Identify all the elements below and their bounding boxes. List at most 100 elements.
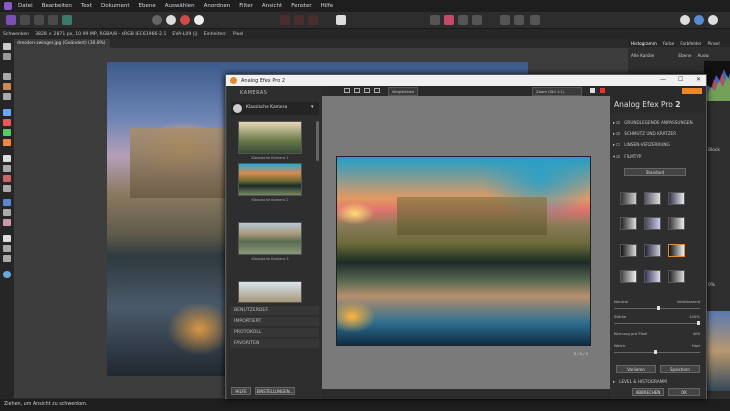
presets-scrollbar[interactable] [316,121,319,161]
film-swatch-4[interactable] [620,217,637,230]
film-swatch-10[interactable] [620,270,637,283]
erase-brush-icon[interactable] [3,165,11,172]
navigator-thumbnail[interactable] [704,311,730,391]
menu-file[interactable]: Datei [18,3,33,9]
tab-brushes[interactable]: Pinsel [705,41,723,46]
liquify-persona-icon[interactable] [20,15,30,25]
develop-persona-icon[interactable] [34,15,44,25]
assistant-icon[interactable] [530,15,540,25]
settings-icon[interactable] [708,15,718,25]
zoom-tool-icon[interactable] [3,271,11,278]
slider-2-track[interactable] [614,321,700,325]
slider-4-knob[interactable] [654,350,657,354]
flood-select-icon[interactable] [3,93,11,100]
cancel-button[interactable]: ABBRECHEN [632,388,664,396]
export-persona-icon[interactable] [62,15,72,25]
film-swatch-9-selected[interactable] [668,244,685,257]
menu-view[interactable]: Ansicht [262,3,282,9]
arrange-icon[interactable] [430,15,440,25]
film-swatch-2[interactable] [644,192,661,205]
menu-arrange[interactable]: Anordnen [204,3,231,9]
slider-1-track[interactable] [614,306,700,310]
document-tab[interactable]: dresden-zwinger.jpg (Geändert) (30.8%) [14,39,110,48]
menu-filter[interactable]: Filter [239,3,253,9]
text-tool-icon[interactable] [3,255,11,262]
tab-histogram[interactable]: Histogramm [628,41,660,46]
film-swatch-1[interactable] [620,192,637,205]
preset-thumb-3[interactable] [238,222,302,255]
menu-select[interactable]: Auswählen [165,3,195,9]
slider-4-track[interactable] [614,350,700,354]
quick-mask-icon[interactable] [336,15,346,25]
film-swatch-5[interactable] [644,217,661,230]
vary-button[interactable]: Variieren [616,365,656,373]
section-levels-histogram[interactable]: ▸ LEVEL & HISTOGRAMM [613,377,703,385]
maximize-icon[interactable]: ☐ [678,76,683,83]
tone-mapping-persona-icon[interactable] [48,15,58,25]
section-history[interactable]: PROTOKOLL [230,328,319,337]
menu-text[interactable]: Text [81,3,92,9]
menu-help[interactable]: Hilfe [321,3,334,9]
close-icon[interactable]: ✕ [696,76,701,83]
save-preset-button[interactable]: Speichern [660,365,700,373]
distribute-icon[interactable] [472,15,482,25]
menu-layer[interactable]: Ebene [139,3,156,9]
help-button[interactable]: HILFE [231,387,251,395]
section-filmtype[interactable]: ▾ ☑ FILMTYP [613,152,703,160]
tab-swatches[interactable]: Farbfelder [677,41,704,46]
crop-tool-icon[interactable] [3,73,11,80]
section-favorites[interactable]: FAVORITEN [230,339,319,348]
selection-mode-icon[interactable] [280,15,290,25]
film-swatch-12[interactable] [668,270,685,283]
filmtype-dropdown[interactable]: Standard [624,168,686,176]
film-swatch-6[interactable] [668,217,685,230]
selection-add-icon[interactable] [294,15,304,25]
flip-icon[interactable] [500,15,510,25]
units-dropdown[interactable]: Pixel [233,32,244,37]
compare-mode-icon[interactable] [374,88,380,93]
paint-brush-icon[interactable] [3,155,11,162]
tab-layer[interactable]: Ebene [675,53,694,58]
clone-brush-icon[interactable] [3,185,11,192]
menu-edit[interactable]: Bearbeiten [42,3,72,9]
profile-icon[interactable] [680,15,690,25]
red-eye-tool-icon[interactable] [3,219,11,226]
shape-tool-icon[interactable] [3,245,11,252]
gradient-tool-icon[interactable] [3,139,11,146]
blemish-tool-icon[interactable] [3,209,11,216]
minimize-icon[interactable]: — [660,76,666,83]
view-tool-icon[interactable] [3,53,11,60]
split-view-icon[interactable] [354,88,360,93]
section-imported[interactable]: IMPORTIERT [230,317,319,326]
pen-tool-icon[interactable] [3,235,11,242]
snapping-icon[interactable] [444,15,454,25]
film-swatch-8[interactable] [644,244,661,257]
ok-button[interactable]: OK [668,388,700,396]
single-view-icon[interactable] [344,88,350,93]
tab-color[interactable]: Farbe [660,41,678,46]
share-icon[interactable] [694,15,704,25]
white-balance-icon[interactable] [166,15,176,25]
selection-subtract-icon[interactable] [308,15,318,25]
slider-2-knob[interactable] [697,321,700,325]
channel-dropdown[interactable]: Alle Kanäle [628,53,657,58]
side-by-side-icon[interactable] [364,88,370,93]
section-basic-adjustments[interactable]: ▸ ☑ GRUNDLEGENDE ANPASSUNGEN [613,118,703,126]
section-lens-distortion[interactable]: ▸ ☐ LINSEN-VERZERRUNG [613,140,703,148]
affinity-logo-icon[interactable] [4,2,12,10]
section-custom[interactable]: BENUTZERDEF. [230,306,319,315]
levels-icon[interactable] [152,15,162,25]
inpainting-brush-icon[interactable] [3,199,11,206]
settings-button[interactable]: EINSTELLUNGEN... [255,387,295,395]
film-swatch-3[interactable] [668,192,685,205]
zoom-dropdown[interactable]: Zoom (Stil 1:1) [532,87,582,96]
menu-document[interactable]: Dokument [101,3,130,9]
film-swatch-11[interactable] [644,270,661,283]
move-tool-icon[interactable] [3,43,11,50]
dodge-brush-icon[interactable] [3,175,11,182]
color-picker-icon[interactable] [3,119,11,126]
camera-selector[interactable]: Klassische Kamera ▾ [231,102,319,115]
background-toggle-icon[interactable] [590,88,595,93]
loupe-icon[interactable] [600,88,605,93]
preview-area[interactable]: 0 / 0 / 0 [322,96,610,389]
